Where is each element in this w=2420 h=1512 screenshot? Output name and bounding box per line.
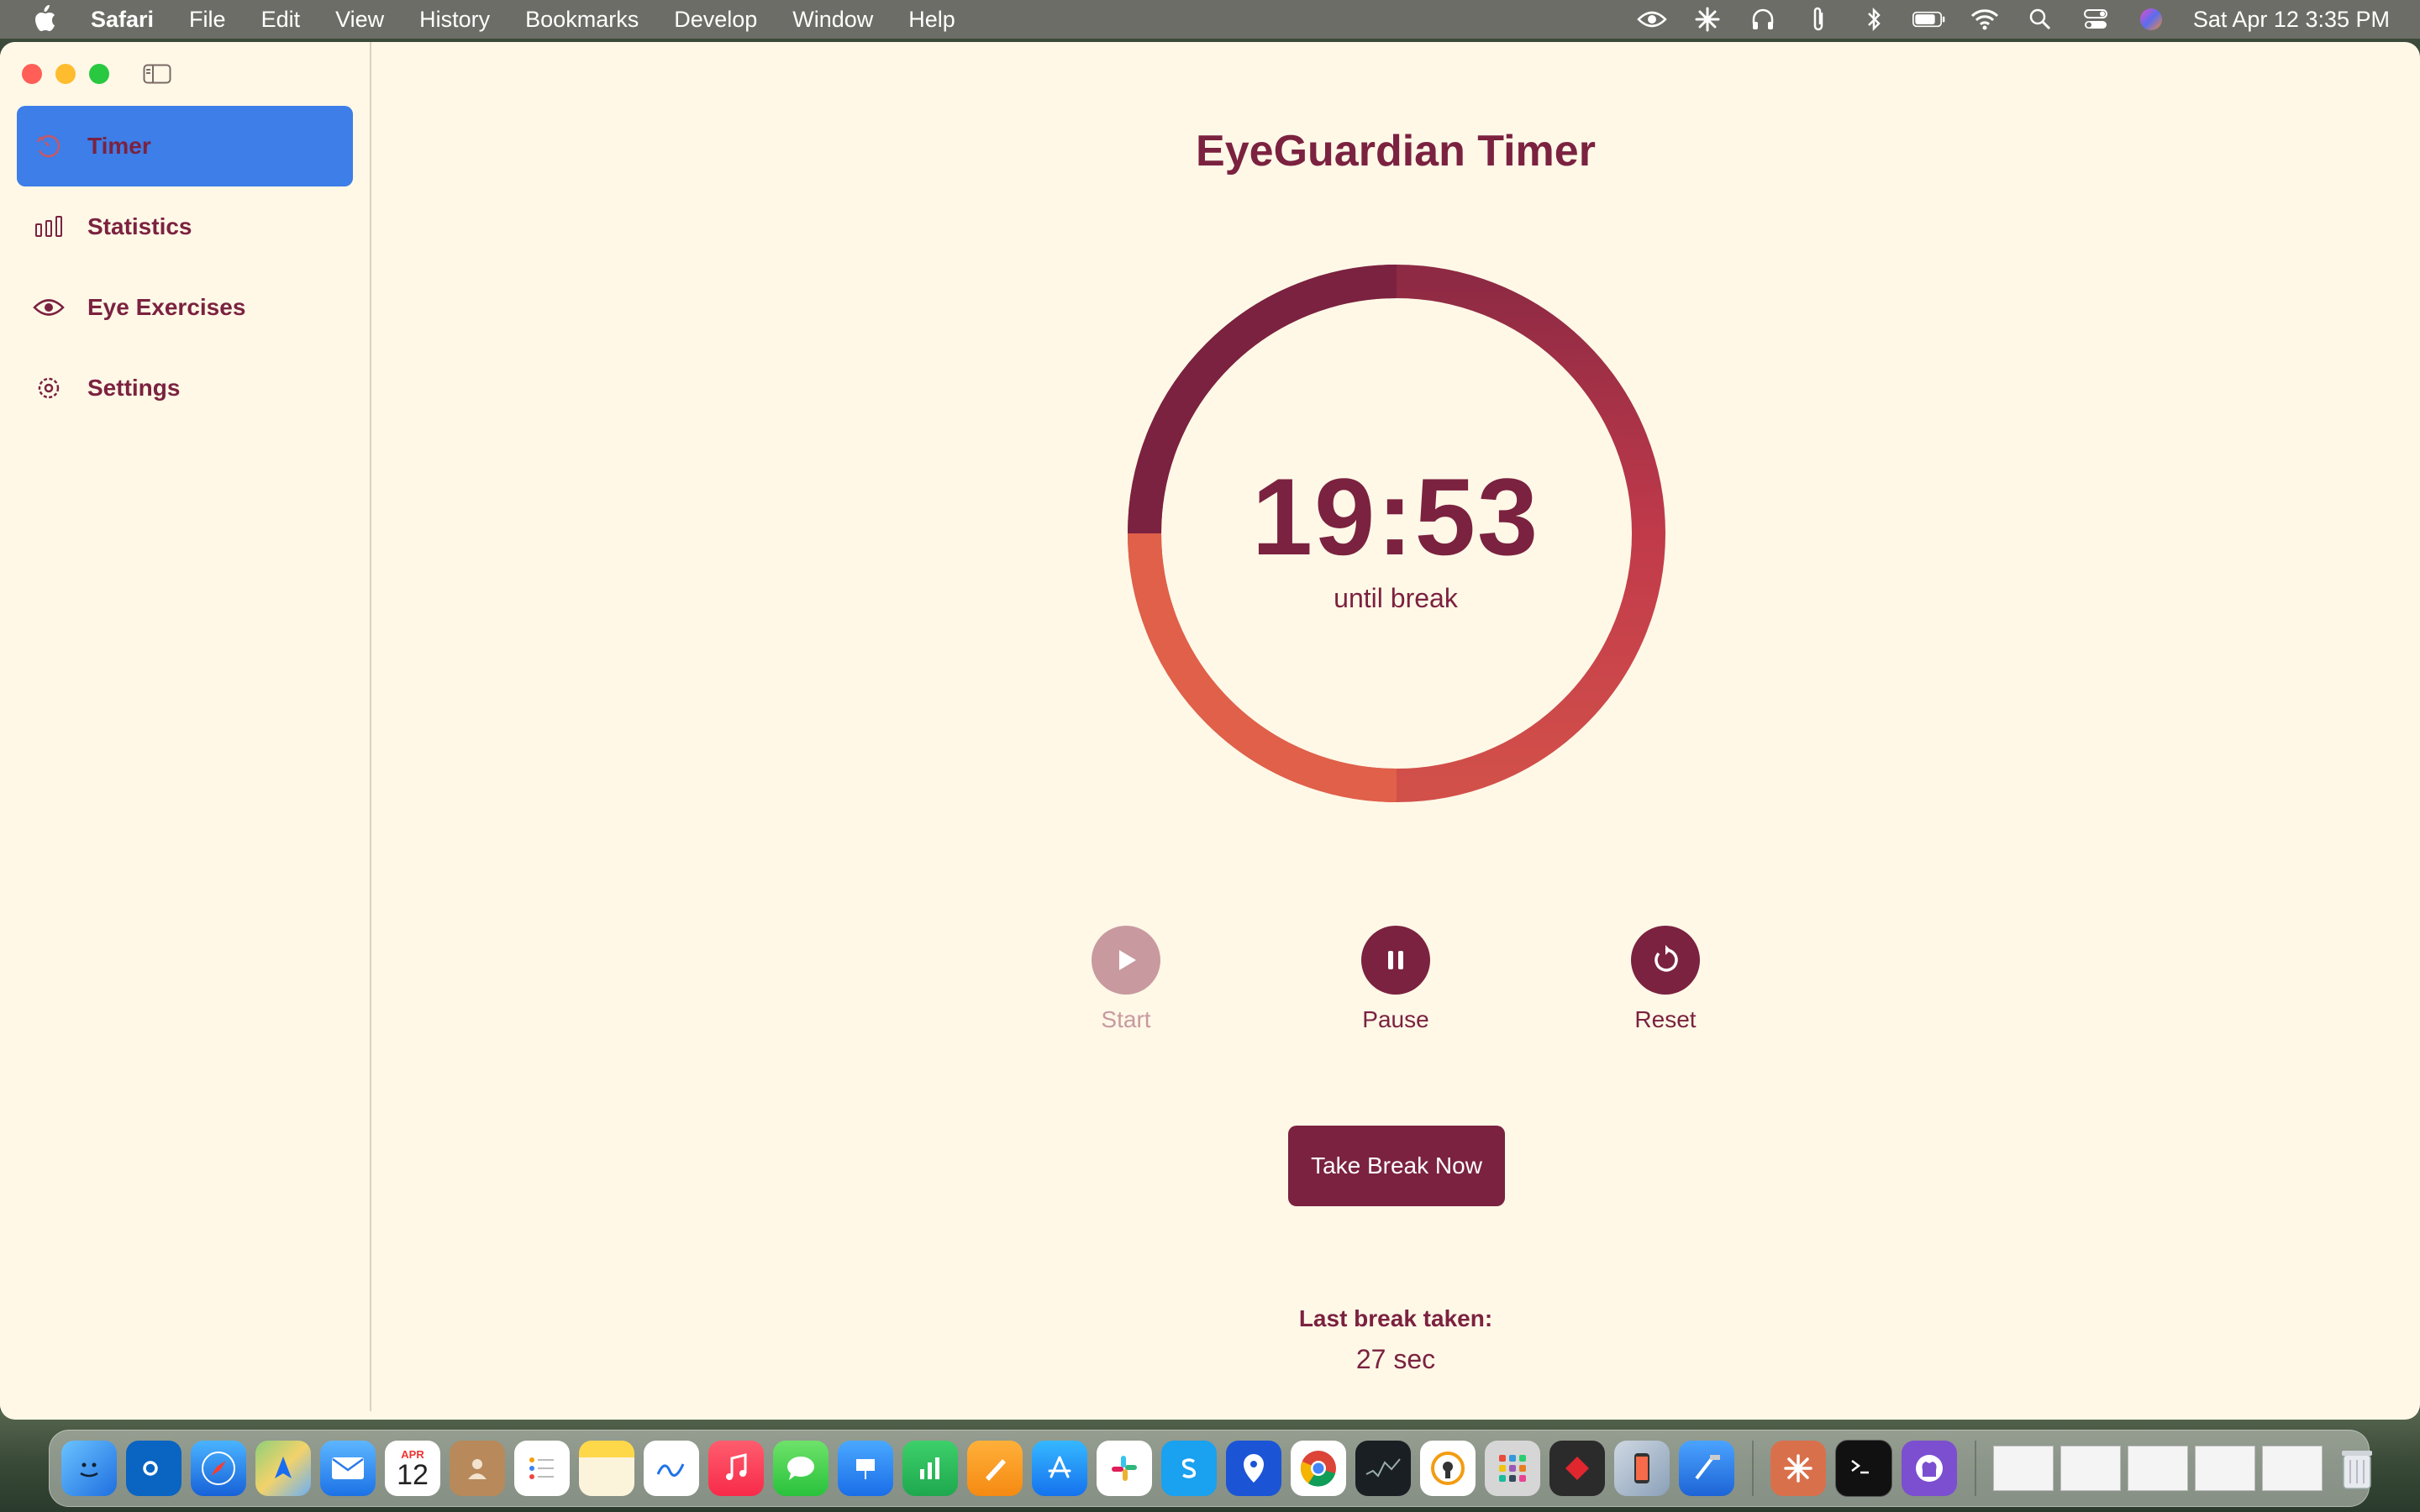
- sidebar-item-label: Eye Exercises: [87, 294, 246, 320]
- dock-separator: [1752, 1441, 1754, 1496]
- github-desktop-icon[interactable]: [1902, 1441, 1957, 1496]
- start-button[interactable]: Start: [1059, 926, 1193, 1033]
- keynote-icon[interactable]: [838, 1441, 893, 1496]
- media-app-icon[interactable]: [1549, 1441, 1605, 1496]
- slack-icon[interactable]: [1097, 1441, 1152, 1496]
- recent-document-thumbnail[interactable]: [2195, 1446, 2255, 1491]
- claude-icon[interactable]: [1770, 1441, 1826, 1496]
- sidebar-toggle-icon[interactable]: [143, 64, 171, 84]
- location-app-icon[interactable]: [1226, 1441, 1281, 1496]
- pause-button[interactable]: Pause: [1328, 926, 1463, 1033]
- menu-help[interactable]: Help: [908, 7, 955, 33]
- menubar: Safari File Edit View History Bookmarks …: [0, 0, 2420, 39]
- apple-menu-icon[interactable]: [30, 3, 59, 36]
- sidebar-item-statistics[interactable]: Statistics: [17, 186, 353, 267]
- menu-app-name[interactable]: Safari: [91, 7, 154, 33]
- calendar-day: 12: [397, 1458, 429, 1491]
- last-break-value: 27 sec: [1355, 1344, 1436, 1374]
- main-content: EyeGuardian Timer 19:53 until break Star…: [371, 42, 2420, 1420]
- music-icon[interactable]: [708, 1441, 764, 1496]
- contacts-icon[interactable]: [450, 1441, 505, 1496]
- sidebar: Timer Statistics Eye Exercises Settings: [0, 42, 371, 1411]
- recent-document-thumbnail[interactable]: [1993, 1446, 2054, 1491]
- reset-label: Reset: [1634, 1006, 1697, 1032]
- notes-icon[interactable]: [579, 1441, 634, 1496]
- freeform-icon[interactable]: [644, 1441, 699, 1496]
- mail-icon[interactable]: [320, 1441, 376, 1496]
- app-store-icon[interactable]: [1032, 1441, 1087, 1496]
- sidebar-item-timer[interactable]: Timer: [17, 106, 353, 186]
- trash-icon[interactable]: [2329, 1441, 2385, 1496]
- xcode-icon[interactable]: [1679, 1441, 1734, 1496]
- skype-icon[interactable]: [1161, 1441, 1217, 1496]
- wifi-icon[interactable]: [1968, 7, 2002, 32]
- recent-document-thumbnail[interactable]: [2060, 1446, 2121, 1491]
- chrome-icon[interactable]: [1291, 1441, 1346, 1496]
- menubar-clock[interactable]: Sat Apr 12 3:35 PM: [2193, 7, 2390, 33]
- app-window: Timer Statistics Eye Exercises Settings: [0, 42, 2420, 1420]
- sidebar-item-label: Statistics: [87, 213, 192, 239]
- timer-icon: [32, 129, 66, 163]
- terminal-icon[interactable]: [1835, 1440, 1892, 1497]
- sidebar-nav: Timer Statistics Eye Exercises Settings: [17, 106, 353, 428]
- take-break-button[interactable]: Take Break Now: [1288, 1126, 1505, 1206]
- menu-edit[interactable]: Edit: [261, 7, 301, 33]
- search-icon[interactable]: [2023, 7, 2057, 32]
- menu-history[interactable]: History: [419, 7, 490, 33]
- sparkle-icon[interactable]: [1691, 7, 1724, 32]
- minimize-window-button[interactable]: [55, 64, 76, 84]
- calendar-icon[interactable]: APR 12: [385, 1441, 440, 1496]
- sidebar-item-settings[interactable]: Settings: [17, 348, 353, 428]
- launchpad-icon[interactable]: [1485, 1441, 1540, 1496]
- reminders-icon[interactable]: [514, 1441, 570, 1496]
- control-center-icon[interactable]: [2079, 7, 2112, 32]
- maps-icon[interactable]: [255, 1441, 311, 1496]
- countdown-time: 19:53: [1251, 455, 1540, 578]
- reset-icon: [1631, 926, 1700, 995]
- dock: APR 12: [49, 1430, 2372, 1507]
- window-controls: [22, 64, 123, 84]
- stocks-icon[interactable]: [1355, 1441, 1411, 1496]
- siri-icon[interactable]: [2134, 7, 2168, 32]
- outlook-icon[interactable]: [126, 1441, 182, 1496]
- iphone-mirroring-icon[interactable]: [1614, 1441, 1670, 1496]
- bar-chart-icon: [32, 210, 66, 244]
- vpn-icon[interactable]: [1420, 1441, 1476, 1496]
- page-title: EyeGuardian Timer: [1196, 127, 1596, 176]
- bluetooth-icon[interactable]: [1857, 7, 1891, 32]
- sidebar-item-label: Timer: [87, 133, 151, 159]
- menu-develop[interactable]: Develop: [674, 7, 757, 33]
- reset-button[interactable]: Reset: [1598, 926, 1733, 1033]
- eye-icon[interactable]: [1635, 7, 1669, 32]
- menu-file[interactable]: File: [189, 7, 226, 33]
- paperclip-icon[interactable]: [1802, 7, 1835, 32]
- numbers-icon[interactable]: [902, 1441, 958, 1496]
- messages-icon[interactable]: [773, 1441, 829, 1496]
- finder-icon[interactable]: [61, 1441, 117, 1496]
- gear-icon: [32, 371, 66, 405]
- eye-icon: [32, 291, 66, 324]
- menu-bookmarks[interactable]: Bookmarks: [525, 7, 639, 33]
- recent-document-thumbnail[interactable]: [2128, 1446, 2188, 1491]
- pause-icon: [1361, 926, 1430, 995]
- menu-view[interactable]: View: [335, 7, 384, 33]
- close-window-button[interactable]: [22, 64, 42, 84]
- countdown-caption: until break: [1334, 583, 1458, 613]
- dock-separator: [1975, 1441, 1976, 1496]
- pause-label: Pause: [1362, 1006, 1429, 1032]
- pages-icon[interactable]: [967, 1441, 1023, 1496]
- zoom-window-button[interactable]: [89, 64, 109, 84]
- sidebar-item-label: Settings: [87, 375, 181, 401]
- headphones-icon[interactable]: [1746, 7, 1780, 32]
- start-label: Start: [1101, 1006, 1151, 1032]
- play-icon: [1092, 926, 1160, 995]
- menu-window[interactable]: Window: [792, 7, 873, 33]
- last-break-label: Last break taken:: [1298, 1305, 1493, 1331]
- sidebar-item-eye-exercises[interactable]: Eye Exercises: [17, 267, 353, 348]
- battery-icon[interactable]: [1912, 7, 1946, 32]
- recent-document-thumbnail[interactable]: [2262, 1446, 2323, 1491]
- safari-icon[interactable]: [191, 1441, 246, 1496]
